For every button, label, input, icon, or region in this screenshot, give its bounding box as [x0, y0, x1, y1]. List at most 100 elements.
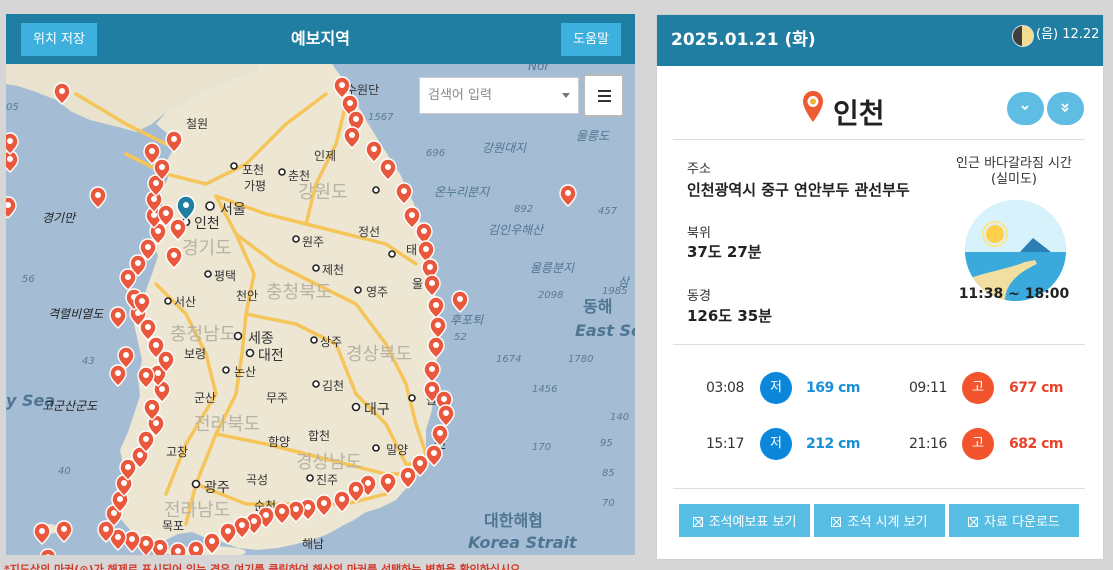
search-input[interactable]	[420, 78, 578, 113]
collapse-down-button[interactable]	[1007, 92, 1044, 125]
svg-text:70: 70	[602, 498, 615, 509]
expand-down-button[interactable]	[1047, 92, 1084, 125]
svg-text:2098: 2098	[538, 290, 563, 301]
svg-text:세종: 세종	[248, 331, 274, 347]
tide-level: 677 cm	[1009, 380, 1063, 396]
svg-text:강원대지: 강원대지	[482, 141, 527, 155]
svg-text:온누리분지: 온누리분지	[434, 185, 490, 199]
sea-split-time: 11:38 ~ 18:00	[958, 286, 1070, 302]
chevron-down-icon	[1021, 105, 1029, 111]
location-pin-icon	[803, 91, 823, 122]
forecast-date: 2025.01.21 (화)	[671, 30, 816, 50]
tide-level: 212 cm	[806, 436, 860, 452]
sea-label-strait-ko: 대한해협	[484, 511, 543, 530]
svg-text:광주: 광주	[204, 480, 230, 496]
sea-split-label: 인근 바다갈라짐 시간 (실미도)	[956, 156, 1072, 187]
info-body: 인천 주소 인천광역시 중구 연안부두 관선부두 북위 37도 27분 동경 1…	[673, 66, 1085, 559]
tide-table-button[interactable]: 조석예보표 보기	[679, 504, 810, 537]
high-tide-badge: 고	[962, 372, 994, 404]
svg-text:강원도: 강원도	[298, 182, 348, 203]
svg-text:곡성: 곡성	[246, 473, 268, 487]
map-panel: 위치 저장 예보지역 도움말 동해 East Sea 대한해협 Korea St…	[6, 14, 635, 555]
svg-text:무주: 무주	[266, 391, 288, 405]
tide-time: 15:17	[706, 436, 744, 452]
lunar-date: (음) 12.22	[1036, 27, 1100, 42]
svg-text:대구: 대구	[364, 402, 390, 418]
svg-text:Nor: Nor	[528, 64, 550, 73]
svg-text:합천: 합천	[308, 428, 330, 443]
svg-text:1780: 1780	[568, 354, 593, 365]
svg-text:철원: 철원	[186, 117, 208, 131]
tide-time: 09:11	[909, 380, 947, 396]
svg-text:상주: 상주	[320, 335, 342, 349]
svg-text:전라남도: 전라남도	[164, 500, 230, 521]
help-button[interactable]: 도움말	[561, 23, 621, 56]
svg-text:천안: 천안	[236, 288, 258, 303]
svg-text:1567: 1567	[368, 112, 394, 123]
tide-level: 682 cm	[1009, 436, 1063, 452]
svg-text:고창: 고창	[166, 445, 188, 459]
divider	[673, 344, 1085, 345]
station-name: 인천	[833, 97, 885, 130]
svg-text:경기도: 경기도	[182, 238, 232, 259]
chevron-down-icon[interactable]	[562, 93, 570, 98]
svg-text:논산: 논산	[234, 365, 256, 379]
station-info-panel: 2025.01.21 (화) (음) 12.22 인천 주소 인천광역시 중구 …	[656, 14, 1104, 560]
svg-text:56: 56	[22, 274, 35, 285]
svg-text:춘천: 춘천	[288, 168, 310, 183]
svg-text:05: 05	[6, 102, 19, 113]
bottom-note[interactable]: *지도상의 마커(⊙)가 해제로 표시되어 있는 경우 여기를 클릭하여 해상의…	[4, 561, 704, 570]
svg-text:보령: 보령	[184, 347, 206, 361]
svg-text:1456: 1456	[532, 384, 557, 395]
svg-text:696: 696	[426, 148, 445, 159]
double-chevron-down-icon	[1061, 103, 1069, 113]
tide-level: 169 cm	[806, 380, 860, 396]
tide-station-marker[interactable]	[187, 540, 205, 555]
sea-label-east-sea: East Sea	[575, 321, 635, 340]
divider	[673, 488, 1085, 489]
latitude-value: 37도 27분	[687, 243, 762, 261]
svg-text:전라북도: 전라북도	[194, 414, 260, 435]
svg-text:제천: 제천	[322, 262, 344, 277]
menu-button[interactable]	[583, 74, 624, 117]
longitude-label: 동경	[687, 289, 711, 304]
low-tide-badge: 저	[760, 428, 792, 460]
svg-text:울릉도: 울릉도	[576, 129, 610, 143]
map-header: 위치 저장 예보지역 도움말	[6, 14, 635, 64]
svg-text:김인우해산: 김인우해산	[488, 223, 545, 237]
svg-text:함양: 함양	[268, 435, 290, 449]
svg-text:457: 457	[598, 206, 618, 217]
station-row: 인천	[673, 88, 1085, 140]
svg-text:인제: 인제	[314, 149, 336, 163]
tide-station-marker[interactable]	[169, 542, 187, 555]
svg-text:140: 140	[610, 412, 629, 423]
download-data-button[interactable]: 자료 다운로드	[949, 504, 1079, 537]
svg-text:85: 85	[602, 468, 615, 479]
svg-text:1674: 1674	[496, 354, 521, 365]
sea-label-strait-en: Korea Strait	[468, 533, 578, 552]
forecast-map[interactable]: 동해 East Sea 대한해협 Korea Strait y Sea 강원도 …	[6, 64, 635, 555]
high-tide-badge: 고	[962, 428, 994, 460]
svg-text:후포퇴: 후포퇴	[450, 313, 484, 327]
svg-text:가평: 가평	[244, 179, 266, 193]
svg-text:경기만: 경기만	[42, 211, 77, 225]
svg-text:인천: 인천	[194, 216, 220, 232]
map-title: 예보지역	[291, 29, 350, 48]
svg-text:서산: 서산	[174, 295, 196, 309]
svg-text:평택: 평택	[214, 269, 236, 283]
svg-text:52: 52	[454, 332, 467, 343]
tide-time: 21:16	[909, 436, 947, 452]
svg-text:진주: 진주	[316, 473, 338, 487]
svg-text:경상북도: 경상북도	[346, 344, 412, 365]
sea-label-donghae: 동해	[583, 297, 612, 316]
svg-text:경상남도: 경상남도	[296, 452, 362, 473]
svg-text:1985: 1985	[602, 286, 627, 297]
info-header: 2025.01.21 (화) (음) 12.22	[657, 15, 1103, 66]
close-box-icon	[831, 517, 842, 527]
tide-clock-button[interactable]: 조석 시계 보기	[814, 504, 945, 537]
svg-text:대전: 대전	[258, 348, 284, 364]
svg-text:김천: 김천	[322, 378, 344, 393]
svg-text:군산: 군산	[194, 391, 216, 405]
svg-text:목포: 목포	[162, 519, 184, 533]
svg-text:892: 892	[514, 204, 533, 215]
